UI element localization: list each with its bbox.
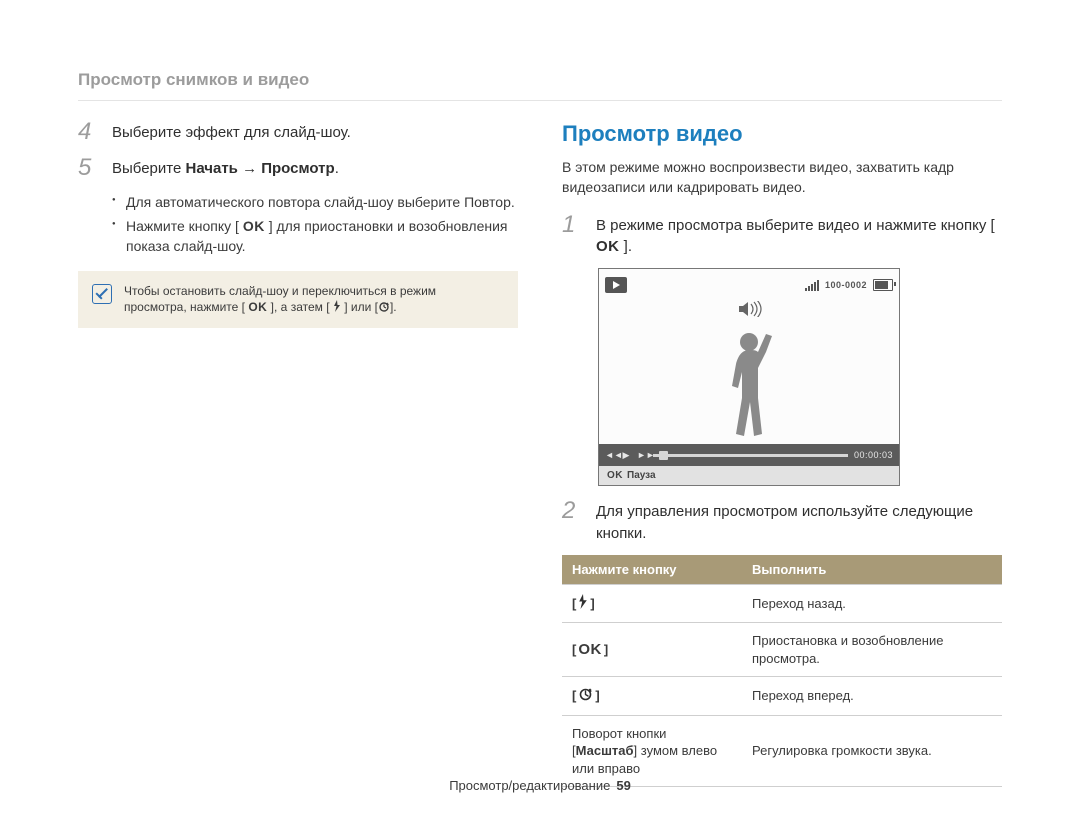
nl2c: ] или [ (341, 300, 378, 314)
controls-table: Нажмите кнопку Выполнить Переход назад. … (562, 555, 1002, 788)
table-row: Поворот кнопки [Масштаб] зумом влево или… (562, 715, 1002, 787)
r4bold: Масштаб (576, 743, 634, 758)
step-number: 2 (562, 498, 582, 545)
rewind-icon: ◄◄ (605, 450, 615, 460)
step-text: Выберите эффект для слайд-шоу. (112, 119, 351, 145)
cell-action: Переход вперед. (742, 677, 1002, 716)
progress-track (653, 454, 848, 457)
step-1: 1 В режиме просмотра выберите видео и на… (562, 212, 1002, 259)
elapsed-time: 00:00:03 (854, 450, 893, 460)
ok-icon: OK (596, 236, 620, 258)
timer-icon (578, 686, 593, 706)
s1a: В режиме просмотра выберите видео и нажм… (596, 217, 995, 234)
ok-bracket: OK (572, 640, 608, 660)
ok-icon: OK (578, 640, 602, 660)
preview-top-right: 100-0002 (805, 279, 893, 291)
th-button: Нажмите кнопку (562, 555, 742, 585)
preview-caption: OK Пауза (599, 466, 899, 485)
intro-text: В этом режиме можно воспроизвести видео,… (562, 157, 1002, 198)
forward-icon: ►► (637, 450, 647, 460)
person-silhouette-icon (714, 328, 784, 443)
b1-bold: Повтор (464, 194, 511, 210)
footer: Просмотр/редактирование 59 (0, 778, 1080, 793)
note-icon (92, 284, 112, 304)
step-4: 4 Выберите эффект для слайд-шоу. (78, 119, 518, 145)
play-badge-icon (605, 277, 627, 293)
cell-button (562, 677, 742, 716)
video-preview: 100-0002 ◄◄ ▶ (598, 268, 900, 486)
footer-label: Просмотр/редактирование (449, 778, 610, 793)
cell-action: Регулировка громкости звука. (742, 715, 1002, 787)
step-text: Для управления просмотром используйте сл… (596, 498, 1002, 545)
ok-icon: OK (243, 216, 265, 236)
timer-icon (378, 300, 390, 316)
caption-text: Пауза (627, 470, 656, 481)
b1-suffix: . (511, 194, 515, 210)
flash-icon (578, 594, 588, 614)
timer-bracket (572, 686, 600, 706)
step5-bold: Начать → Просмотр (185, 160, 334, 177)
battery-icon (873, 279, 893, 291)
step-2: 2 Для управления просмотром используйте … (562, 498, 1002, 545)
bullet-2: Нажмите кнопку [ OK ] для приостановки и… (112, 216, 518, 257)
step-number: 5 (78, 155, 98, 181)
th-action: Выполнить (742, 555, 1002, 585)
nl2b: ], а затем [ (267, 300, 333, 314)
right-column: Просмотр видео В этом режиме можно воспр… (562, 119, 1002, 787)
cell-action: Переход назад. (742, 584, 1002, 623)
note-line1: Чтобы остановить слайд-шоу и переключить… (124, 283, 436, 299)
step5-prefix: Выберите (112, 160, 185, 177)
note-box: Чтобы остановить слайд-шоу и переключить… (78, 271, 518, 328)
ok-icon: OK (248, 299, 267, 315)
cell-button: Поворот кнопки [Масштаб] зумом влево или… (562, 715, 742, 787)
breadcrumb: Просмотр снимков и видео (78, 70, 1002, 101)
speaker-icon (739, 301, 759, 315)
table-row: Переход вперед. (562, 677, 1002, 716)
progress-bar: ◄◄ ▶ ►► 00:00:03 (599, 444, 899, 466)
bullet-list: Для автоматического повтора слайд-шоу вы… (78, 192, 518, 257)
s1b: ]. (620, 238, 633, 255)
table-row: Переход назад. (562, 584, 1002, 623)
page-number: 59 (616, 778, 630, 793)
b1-prefix: Для автоматического повтора слайд-шоу вы… (126, 194, 464, 210)
preview-topbar: 100-0002 (605, 275, 893, 295)
table-row: OK Приостановка и возобновление просмотр… (562, 623, 1002, 677)
flash-icon (333, 300, 341, 316)
play-icon: ▶ (621, 450, 631, 460)
nl2a: просмотра, нажмите [ (124, 300, 248, 314)
left-column: 4 Выберите эффект для слайд-шоу. 5 Выбер… (78, 119, 518, 787)
step-number: 4 (78, 119, 98, 145)
note-line2: просмотра, нажмите [ OK ], а затем [ ] и… (124, 299, 436, 316)
section-heading: Просмотр видео (562, 121, 1002, 147)
cell-button (562, 584, 742, 623)
cell-button: OK (562, 623, 742, 677)
signal-icon (805, 279, 819, 291)
step-5: 5 Выберите Начать → Просмотр. (78, 155, 518, 181)
step5-suffix: . (335, 160, 339, 177)
cell-action: Приостановка и возобновление просмотра. (742, 623, 1002, 677)
step-text: Выберите Начать → Просмотр. (112, 155, 339, 181)
bullet-1: Для автоматического повтора слайд-шоу вы… (112, 192, 518, 212)
b2-prefix: Нажмите кнопку [ (126, 218, 243, 234)
step-text: В режиме просмотра выберите видео и нажм… (596, 212, 1002, 259)
nl2d: ]. (390, 300, 397, 314)
ok-icon: OK (607, 470, 623, 481)
step-number: 1 (562, 212, 582, 259)
columns: 4 Выберите эффект для слайд-шоу. 5 Выбер… (78, 119, 1002, 787)
flash-bracket (572, 594, 595, 614)
file-counter: 100-0002 (825, 280, 867, 290)
note-text: Чтобы остановить слайд-шоу и переключить… (124, 283, 436, 316)
page: Просмотр снимков и видео 4 Выберите эффе… (0, 0, 1080, 815)
